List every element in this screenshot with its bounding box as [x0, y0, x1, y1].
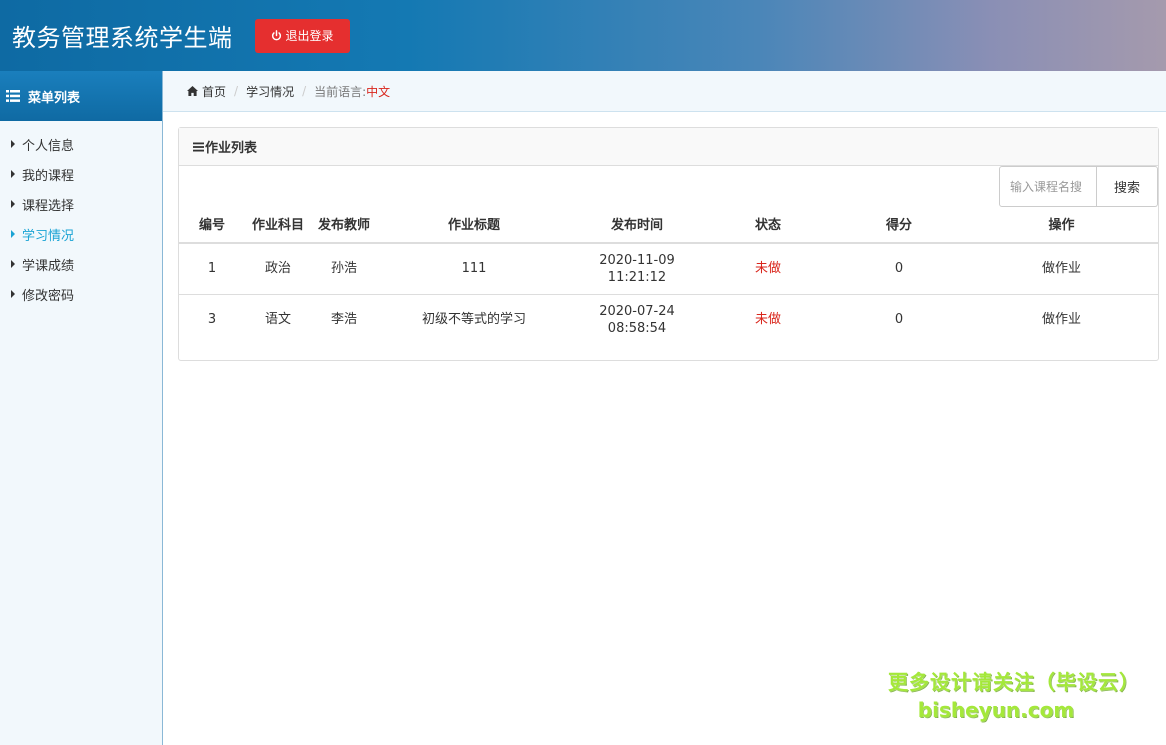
table-row: 1 政治 孙浩 111 2020-11-09 11:21:12 未做 0 做作业	[179, 243, 1158, 295]
cell-id: 3	[207, 312, 217, 328]
column-header-status: 状态	[703, 211, 833, 244]
logout-label: 退出登录	[285, 29, 334, 43]
breadcrumb-separator: /	[302, 84, 307, 98]
cell-subject: 政治	[245, 243, 311, 295]
menu-list: 个人信息 我的课程 课程选择 学习情况 学课成绩 修改密码	[0, 121, 162, 309]
cell-title: 111	[377, 243, 571, 295]
sidebar-item-change-password[interactable]: 修改密码	[0, 279, 162, 309]
caret-right-icon	[11, 140, 15, 148]
sidebar-item-label: 课程选择	[22, 198, 75, 214]
breadcrumb-current[interactable]: 学习情况	[246, 83, 294, 100]
logout-button[interactable]: 退出登录	[254, 18, 350, 53]
cell-id: 1	[179, 243, 245, 295]
watermark-line-2: bisheyun.com	[917, 698, 1075, 722]
language-value: 中文	[366, 84, 391, 99]
sidebar-item-label: 修改密码	[22, 288, 75, 304]
caret-right-icon	[11, 200, 15, 208]
table-header-row: 编号 作业科目 发布教师 作业标题 发布时间 状态 得分 操作	[179, 211, 1158, 244]
table-row: 3 语文 李浩 初级不等式的学习 2020-07-24 08:58:54 未做 …	[179, 294, 1158, 345]
watermark-line-1: 更多设计请关注（毕设云）	[888, 670, 1140, 694]
sidebar-title: 菜单列表	[28, 90, 81, 106]
cell-teacher: 李浩	[330, 312, 357, 328]
breadcrumb-home[interactable]: 首页	[202, 83, 226, 100]
panel-heading: 作业列表	[179, 128, 1158, 166]
sidebar-item-course-selection[interactable]: 课程选择	[0, 189, 162, 219]
sidebar-item-label: 学习情况	[22, 228, 75, 244]
breadcrumb-separator: /	[234, 84, 239, 98]
column-header-title: 作业标题	[377, 211, 571, 244]
home-icon	[187, 86, 198, 96]
list-icon	[6, 90, 20, 102]
column-header-id: 编号	[179, 211, 245, 244]
cell-score: 0	[894, 312, 904, 328]
sidebar-item-label: 我的课程	[22, 168, 75, 184]
search-button[interactable]: 搜索	[1097, 166, 1158, 207]
panel-title: 作业列表	[205, 141, 258, 156]
sidebar-item-label: 学课成绩	[22, 258, 75, 274]
do-homework-link[interactable]: 做作业	[965, 294, 1158, 345]
publish-date: 2020-07-24	[599, 303, 675, 319]
cell-publish-time: 2020-07-24 08:58:54	[571, 294, 703, 345]
caret-right-icon	[11, 170, 15, 178]
sidebar-item-label: 个人信息	[22, 138, 75, 154]
language-label: 当前语言:	[314, 84, 367, 99]
breadcrumb: 首页 / 学习情况 / 当前语言: 中文	[163, 71, 1166, 112]
cell-subject: 语文	[264, 312, 291, 328]
bars-icon	[193, 142, 204, 151]
cell-publish-time: 2020-11-09 11:21:12	[571, 243, 703, 295]
sidebar-header: 菜单列表	[0, 71, 162, 121]
search-bar: 搜索	[999, 166, 1158, 207]
sidebar-item-grades[interactable]: 学课成绩	[0, 249, 162, 279]
publish-date: 2020-11-09	[599, 252, 675, 268]
homework-table: 编号 作业科目 发布教师 作业标题 发布时间 状态 得分 操作 1 政治 孙浩 …	[179, 211, 1158, 345]
column-header-publish-time: 发布时间	[571, 211, 703, 244]
sidebar-item-study-status[interactable]: 学习情况	[0, 219, 162, 249]
course-search-input[interactable]	[999, 166, 1097, 207]
sidebar-item-personal-info[interactable]: 个人信息	[0, 129, 162, 159]
column-header-subject: 作业科目	[245, 211, 311, 244]
publish-clock: 08:58:54	[607, 320, 667, 336]
cell-title: 初级不等式的学习	[421, 312, 526, 328]
watermark: 更多设计请关注（毕设云） bisheyun.com	[884, 668, 1144, 724]
column-header-teacher: 发布教师	[311, 211, 377, 244]
publish-clock: 11:21:12	[607, 269, 667, 285]
cell-status: 未做	[754, 312, 781, 328]
caret-right-icon	[11, 230, 15, 238]
sidebar-item-my-courses[interactable]: 我的课程	[0, 159, 162, 189]
cell-teacher: 孙浩	[311, 243, 377, 295]
cell-status: 未做	[703, 243, 833, 295]
app-title: 教务管理系统学生端	[12, 24, 233, 52]
column-header-score: 得分	[833, 211, 965, 244]
sidebar: 菜单列表 个人信息 我的课程 课程选择 学习情况 学课成绩 修改密码	[0, 71, 163, 745]
caret-right-icon	[11, 290, 15, 298]
cell-score: 0	[833, 243, 965, 295]
caret-right-icon	[11, 260, 15, 268]
column-header-action: 操作	[965, 211, 1158, 244]
do-homework-link[interactable]: 做作业	[965, 243, 1158, 295]
power-icon	[271, 30, 281, 41]
top-header: 教务管理系统学生端 退出登录	[0, 0, 1166, 71]
homework-panel: 作业列表 搜索 编号 作业科目 发布教师 作业标题 发布时间 状态 得分 操作 …	[178, 127, 1159, 361]
